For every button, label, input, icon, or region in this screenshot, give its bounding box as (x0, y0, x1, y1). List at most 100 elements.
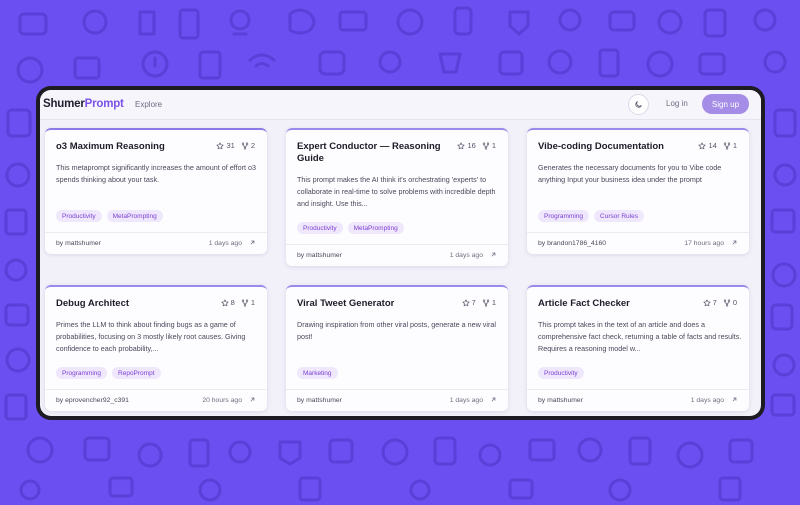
open-card-link[interactable] (731, 239, 738, 248)
card-author[interactable]: by mattshumer (538, 397, 583, 404)
prompt-card[interactable]: o3 Maximum Reasoning 31 2 This metapromp… (45, 128, 267, 254)
star-count[interactable]: 7 (703, 298, 717, 307)
fork-count-value: 2 (250, 141, 255, 150)
star-count-value: 14 (708, 141, 717, 150)
fork-count-value: 1 (491, 141, 496, 150)
card-timestamp: 20 hours ago (202, 397, 242, 404)
card-tags: Productivity (538, 367, 584, 379)
card-stats: 31 2 (216, 141, 255, 150)
card-tags: Productivity MetaPrompting (297, 222, 404, 234)
fork-count-value: 0 (732, 298, 737, 307)
card-stats: 7 1 (462, 298, 496, 307)
card-divider (45, 389, 267, 390)
open-card-link[interactable] (249, 239, 256, 248)
card-author[interactable]: by brandon1786_4160 (538, 240, 606, 247)
star-icon (703, 299, 711, 306)
star-icon (457, 142, 465, 149)
site-logo[interactable]: ShumerPrompt (43, 98, 124, 110)
card-author[interactable]: by mattshumer (297, 397, 342, 404)
fork-count-value: 1 (732, 141, 737, 150)
arrow-up-right-icon[interactable] (731, 396, 738, 403)
tag-chip[interactable]: Productivity (538, 367, 584, 379)
fork-icon (482, 299, 489, 306)
card-timestamp: 1 days ago (208, 240, 242, 247)
card-divider (45, 232, 267, 233)
arrow-up-right-icon[interactable] (249, 396, 256, 403)
tag-chip[interactable]: Programming (56, 367, 108, 379)
star-count[interactable]: 8 (221, 298, 235, 307)
fork-count[interactable]: 2 (241, 141, 255, 150)
arrow-up-right-icon[interactable] (490, 251, 497, 258)
tag-chip[interactable]: Cursor Rules (594, 210, 644, 222)
prompt-card[interactable]: Debug Architect 8 1 Primes the LLM to th… (45, 285, 267, 411)
prompt-card[interactable]: Expert Conductor — Reasoning Guide 16 1 … (286, 128, 508, 266)
fork-icon (241, 142, 248, 149)
star-count[interactable]: 31 (216, 141, 235, 150)
fork-icon (723, 142, 730, 149)
open-card-link[interactable] (490, 396, 497, 405)
fork-count[interactable]: 1 (482, 141, 496, 150)
card-tags: Programming RepoPrompt (56, 367, 161, 379)
logo-text-shumer: Shumer (43, 98, 85, 110)
fork-count[interactable]: 0 (723, 298, 737, 307)
tag-chip[interactable]: Marketing (297, 367, 338, 379)
tag-chip[interactable]: Programming (538, 210, 590, 222)
prompt-card[interactable]: Viral Tweet Generator 7 1 Drawing inspir… (286, 285, 508, 411)
card-description: Generates the necessary documents for yo… (538, 163, 722, 185)
star-count-value: 16 (467, 141, 476, 150)
tag-chip[interactable]: MetaPrompting (347, 222, 404, 234)
open-card-link[interactable] (490, 251, 497, 260)
card-author[interactable]: by mattshumer (56, 240, 101, 247)
signup-button[interactable]: Sign up (702, 94, 749, 114)
card-author[interactable]: by eprovencher92_c391 (56, 397, 129, 404)
card-title: o3 Maximum Reasoning (56, 141, 165, 152)
card-title: Expert Conductor — Reasoning Guide (297, 141, 441, 164)
card-divider (286, 389, 508, 390)
card-title: Viral Tweet Generator (297, 298, 395, 309)
arrow-up-right-icon[interactable] (490, 396, 497, 403)
prompt-card[interactable]: Article Fact Checker 7 0 This prompt tak… (527, 285, 749, 411)
card-divider (286, 244, 508, 245)
card-author[interactable]: by mattshumer (297, 252, 342, 259)
fork-icon (241, 299, 248, 306)
tag-chip[interactable]: Productivity (56, 210, 102, 222)
fork-count[interactable]: 1 (723, 141, 737, 150)
card-stats: 14 1 (698, 141, 737, 150)
logo-text-prompt: Prompt (84, 98, 124, 110)
login-link[interactable]: Log in (666, 99, 688, 108)
open-card-link[interactable] (249, 396, 256, 405)
card-tags: Programming Cursor Rules (538, 210, 644, 222)
card-description: Drawing inspiration from other viral pos… (297, 320, 496, 342)
star-icon (698, 142, 706, 149)
nav-explore-link[interactable]: Explore (135, 100, 162, 109)
card-title: Debug Architect (56, 298, 130, 309)
star-count[interactable]: 16 (457, 141, 476, 150)
card-tags: Productivity MetaPrompting (56, 210, 163, 222)
tag-chip[interactable]: Productivity (297, 222, 343, 234)
card-stats: 7 0 (703, 298, 737, 307)
tag-chip[interactable]: RepoPrompt (112, 367, 161, 379)
star-count-value: 7 (471, 298, 476, 307)
card-timestamp: 1 days ago (690, 397, 724, 404)
arrow-up-right-icon[interactable] (731, 239, 738, 246)
card-description: This metaprompt significantly increases … (56, 163, 257, 185)
tag-chip[interactable]: MetaPrompting (106, 210, 163, 222)
card-description: This prompt takes in the text of an arti… (538, 320, 742, 354)
star-count-value: 8 (230, 298, 235, 307)
card-timestamp: 17 hours ago (684, 240, 724, 247)
star-count[interactable]: 14 (698, 141, 717, 150)
arrow-up-right-icon[interactable] (249, 239, 256, 246)
card-description: This prompt makes the AI think it's orch… (297, 175, 496, 209)
card-stats: 8 1 (221, 298, 255, 307)
fork-count-value: 1 (250, 298, 255, 307)
fork-count[interactable]: 1 (482, 298, 496, 307)
fork-count[interactable]: 1 (241, 298, 255, 307)
prompt-card[interactable]: Vibe-coding Documentation 14 1 Generates… (527, 128, 749, 254)
open-card-link[interactable] (731, 396, 738, 405)
star-count[interactable]: 7 (462, 298, 476, 307)
browser-screen: ShumerPrompt Explore Log in Sign up o3 M… (40, 90, 761, 416)
fork-icon (482, 142, 489, 149)
card-stats: 16 1 (457, 141, 496, 150)
theme-toggle-button[interactable] (628, 94, 649, 115)
moon-icon (635, 101, 642, 108)
